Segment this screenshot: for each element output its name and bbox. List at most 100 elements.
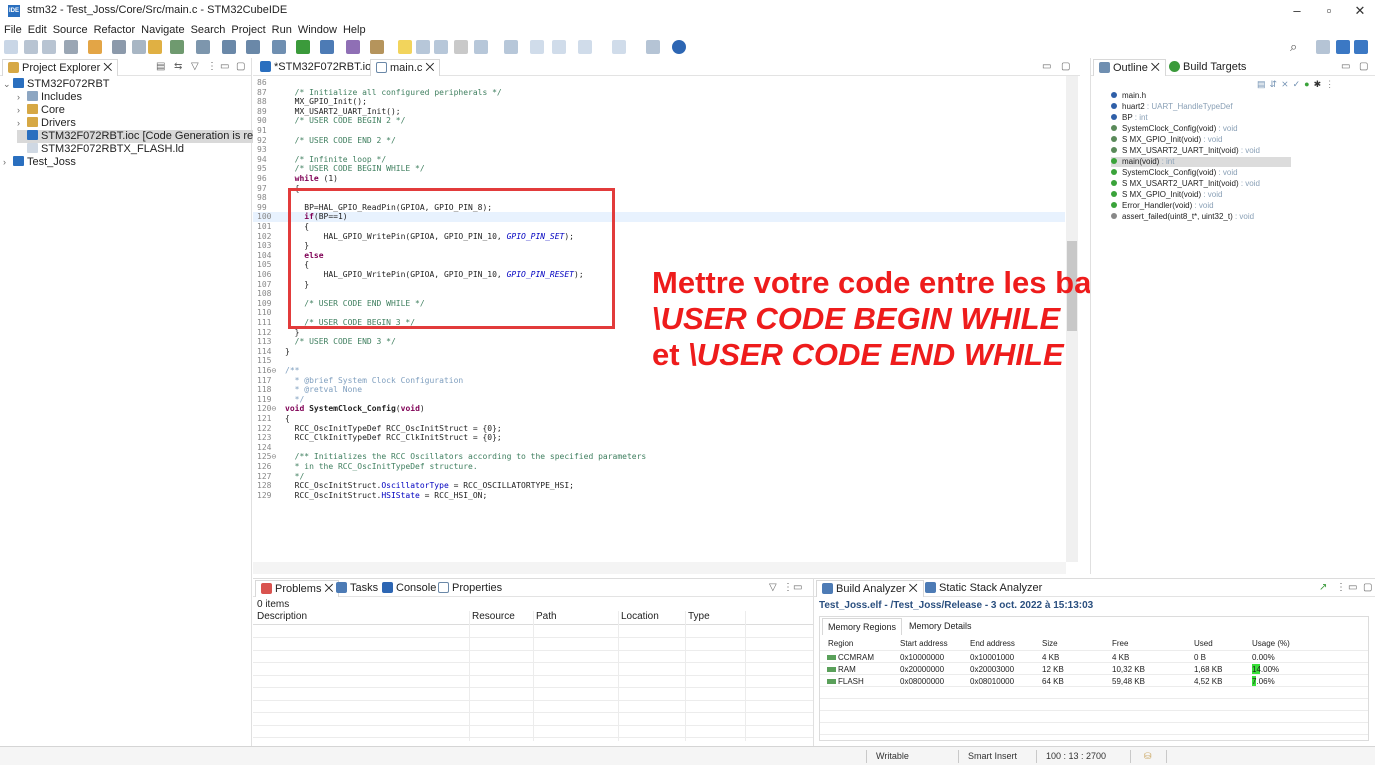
tab-build-analyzer[interactable]: Build Analyzer ⨉ — [816, 580, 924, 597]
tab-memory-details[interactable]: Memory Details — [904, 618, 977, 635]
code-line[interactable]: 126 * in the RCC_OscInitTypeDef structur… — [253, 462, 1065, 472]
expand-toggle-icon[interactable]: › — [17, 117, 27, 130]
code-line[interactable]: 125⊖ /** Initializes the RCC Oscillators… — [253, 452, 1065, 462]
perspective-icon[interactable] — [1316, 40, 1330, 54]
memory-column-header[interactable]: Start address — [900, 639, 948, 648]
outline-item[interactable]: SystemClock_Config(void) : void — [1111, 124, 1291, 134]
menu-run[interactable]: Run — [269, 22, 295, 38]
minimize-view-icon[interactable]: ▭ — [220, 61, 229, 72]
editor-horizontal-scrollbar[interactable] — [253, 562, 1066, 574]
pin-icon[interactable] — [612, 40, 626, 54]
terminal-icon[interactable] — [196, 40, 210, 54]
code-line[interactable]: 120⊖ void SystemClock_Config(void) — [253, 404, 1065, 414]
tree-item[interactable]: › Drivers — [17, 117, 76, 130]
menu-project[interactable]: Project — [228, 22, 268, 38]
tab-tasks[interactable]: Tasks — [331, 580, 383, 597]
tab-outline[interactable]: Outline ⨉ — [1093, 59, 1166, 76]
tab-static-stack-analyzer[interactable]: Static Stack Analyzer — [920, 580, 1047, 597]
edit-icon[interactable] — [370, 40, 384, 54]
outline-item[interactable]: huart2 : UART_HandleTypeDef — [1111, 102, 1291, 112]
forward-icon[interactable] — [578, 40, 592, 54]
tree-item[interactable]: › Core — [17, 104, 65, 117]
tab-ioc-file[interactable]: *STM32F072RBT.ioc — [255, 59, 382, 76]
code-line[interactable]: 122 RCC_OscInitTypeDef RCC_OscInitStruct… — [253, 424, 1065, 434]
tree-item[interactable]: STM32F072RBT.ioc [Code Generation is req… — [17, 130, 287, 143]
code-line[interactable]: 91 — [253, 126, 1065, 136]
expand-toggle-icon[interactable]: › — [17, 91, 27, 104]
menu-source[interactable]: Source — [50, 22, 91, 38]
code-line[interactable]: 124 — [253, 443, 1065, 453]
new-project-icon[interactable] — [222, 40, 236, 54]
save-icon[interactable] — [24, 40, 38, 54]
column-resource[interactable]: Resource — [472, 611, 515, 622]
clean-icon[interactable] — [132, 40, 146, 54]
maximize-button[interactable]: ▫ — [1314, 2, 1344, 20]
maximize-view-icon[interactable]: ▢ — [236, 61, 245, 72]
paragraph-icon[interactable] — [454, 40, 468, 54]
link-editor-icon[interactable]: ⇆ — [174, 61, 182, 72]
filter-icon[interactable]: ▽ — [769, 582, 777, 593]
whitespace-icon[interactable] — [434, 40, 448, 54]
device-config-icon[interactable] — [148, 40, 162, 54]
tab-build-targets[interactable]: Build Targets — [1164, 59, 1251, 76]
code-line[interactable]: 95 /* USER CODE BEGIN WHILE */ — [253, 164, 1065, 174]
memory-column-header[interactable]: Region — [828, 639, 853, 648]
filter-icon[interactable]: ▽ — [191, 61, 199, 72]
code-line[interactable]: 88 MX_GPIO_Init(); — [253, 97, 1065, 107]
code-line[interactable]: 89 MX_USART2_UART_Init(); — [253, 107, 1065, 117]
outline-item[interactable]: S MX_GPIO_Init(void) : void — [1111, 190, 1291, 200]
cubeide-perspective-icon[interactable] — [1336, 40, 1350, 54]
minimize-view-icon[interactable]: ▭ — [1348, 582, 1357, 593]
column-type[interactable]: Type — [688, 611, 710, 622]
device-perspective-icon[interactable] — [1354, 40, 1368, 54]
outline-item[interactable]: main(void) : int — [1111, 157, 1291, 167]
tab-properties[interactable]: Properties — [433, 580, 507, 597]
maximize-view-icon[interactable]: ▢ — [1359, 61, 1368, 72]
new-file-icon[interactable] — [246, 40, 260, 54]
code-line[interactable]: 94 /* Infinite loop */ — [253, 155, 1065, 165]
code-line[interactable]: 96 while (1) — [253, 174, 1065, 184]
memory-column-header[interactable]: Free — [1112, 639, 1128, 648]
column-path[interactable]: Path — [536, 611, 557, 622]
tab-main-c[interactable]: main.c ⨉ — [370, 59, 441, 76]
outline-item[interactable]: main.h — [1111, 91, 1291, 101]
minimize-view-icon[interactable]: ▭ — [1042, 61, 1051, 72]
code-line[interactable]: 129 RCC_OscInitStruct.HSIState = RCC_HSI… — [253, 491, 1065, 501]
build-config-icon[interactable] — [88, 40, 102, 54]
menu-edit[interactable]: Edit — [25, 22, 50, 38]
minimize-button[interactable]: – — [1282, 2, 1312, 20]
memory-column-header[interactable]: Size — [1042, 639, 1058, 648]
view-menu-icon[interactable]: ⋮ — [783, 582, 793, 593]
menu-navigate[interactable]: Navigate — [138, 22, 187, 38]
refresh-icon[interactable]: ↗ — [1319, 582, 1327, 593]
outline-item[interactable]: S MX_USART2_UART_Init(void) : void — [1111, 179, 1291, 189]
outline-item[interactable]: assert_failed(uint8_t*, uint32_t) : void — [1111, 212, 1291, 222]
menu-search[interactable]: Search — [188, 22, 229, 38]
view-menu-icon[interactable]: ⋮ — [207, 61, 217, 72]
back-edit-icon[interactable] — [530, 40, 544, 54]
sort-icon[interactable]: ⇵ — [1270, 79, 1282, 89]
new-icon[interactable] — [4, 40, 18, 54]
tree-item[interactable]: › Test_Joss — [3, 156, 76, 169]
outline-item[interactable]: S MX_USART2_UART_Init(void) : void — [1111, 146, 1291, 156]
close-button[interactable]: ✕ — [1345, 2, 1375, 20]
target-icon[interactable] — [170, 40, 184, 54]
code-line[interactable]: 93 — [253, 145, 1065, 155]
hide-fields-icon[interactable]: ⨯ — [1281, 79, 1293, 89]
tab-problems[interactable]: Problems ⨉ — [255, 580, 340, 597]
build-icon[interactable] — [112, 40, 126, 54]
column-description[interactable]: Description — [257, 611, 307, 622]
menu-window[interactable]: Window — [295, 22, 340, 38]
outline-item[interactable]: BP : int — [1111, 113, 1291, 123]
save-all-icon[interactable] — [42, 40, 56, 54]
maximize-view-icon[interactable]: ▢ — [1363, 582, 1372, 593]
outline-item[interactable]: S MX_GPIO_Init(void) : void — [1111, 135, 1291, 145]
collapse-all-icon[interactable]: ▤ — [156, 61, 165, 72]
tab-project-explorer[interactable]: Project Explorer ⨉ — [2, 59, 119, 76]
code-line[interactable]: 121{ — [253, 414, 1065, 424]
hide-static-icon[interactable]: ✓ — [1293, 79, 1305, 89]
tab-console[interactable]: Console — [377, 580, 441, 597]
menu-refactor[interactable]: Refactor — [91, 22, 139, 38]
coverage-icon[interactable] — [346, 40, 360, 54]
column-location[interactable]: Location — [621, 611, 659, 622]
